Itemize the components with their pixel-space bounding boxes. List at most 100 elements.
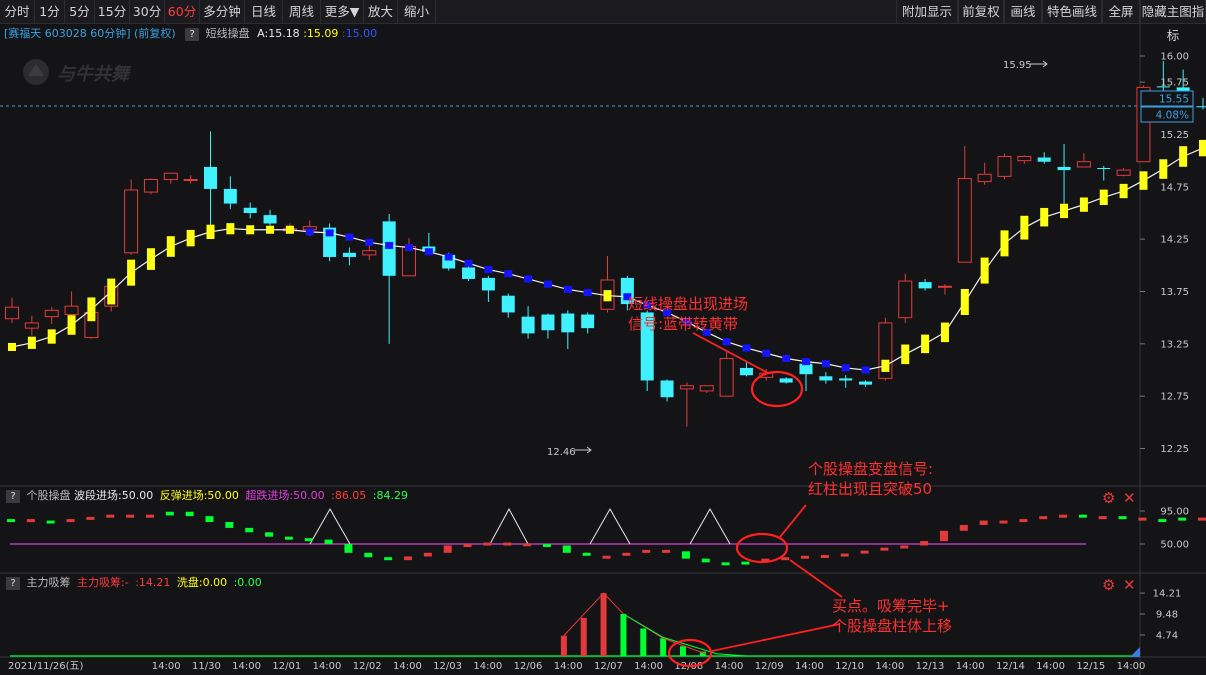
band-mark	[1060, 203, 1069, 219]
candle-down	[581, 314, 595, 329]
sub1-help-button[interactable]: ?	[6, 489, 20, 503]
toolbar-item-0[interactable]: 分时	[0, 0, 35, 24]
wave-bar	[721, 562, 730, 566]
band-mark	[603, 290, 612, 302]
toolbar-right-item-1[interactable]: 前复权	[958, 0, 1004, 24]
wave-bar	[781, 557, 790, 561]
toolbar-item-1[interactable]: 1分	[35, 0, 65, 24]
toolbar-right-item-0[interactable]: 附加显示	[896, 0, 958, 24]
toolbar-right-item-2[interactable]: 画线	[1004, 0, 1042, 24]
band-mark	[107, 278, 116, 305]
band-mark	[365, 238, 374, 246]
indicator-v3-value: :15.00	[341, 27, 378, 40]
wave-bar	[126, 514, 135, 518]
wave-bar	[701, 558, 710, 563]
indicator-a-value: A:15.18	[257, 27, 300, 40]
sub2-name[interactable]: 主力吸筹	[27, 576, 71, 589]
date-tick-label: 14:00	[715, 661, 744, 672]
toolbar-item-11[interactable]: 缩小	[398, 0, 436, 24]
toolbar-item-4[interactable]: 30分	[130, 0, 165, 24]
band-mark	[563, 285, 572, 293]
toolbar-item-10[interactable]: 放大	[364, 0, 398, 24]
candle-down	[223, 188, 237, 204]
date-tick-label: 12/09	[755, 661, 784, 672]
candle-up	[679, 385, 694, 390]
price-tick-label: 15.25	[1160, 130, 1189, 141]
band-mark	[1199, 139, 1206, 157]
date-tick-label: 11/30	[192, 661, 221, 672]
accumulation-bar	[560, 635, 567, 656]
candle-down	[521, 316, 535, 334]
band-mark	[1099, 189, 1108, 205]
date-tick-label: 14:00	[152, 661, 181, 672]
sub1-name[interactable]: 个股操盘	[27, 489, 71, 502]
band-mark	[1119, 183, 1128, 199]
current-percent-box: 4.08%	[1156, 110, 1189, 122]
toolbar-item-3[interactable]: 15分	[95, 0, 130, 24]
wave-bar	[741, 561, 750, 565]
candle-up	[362, 250, 377, 256]
toolbar-item-5[interactable]: 60分	[165, 0, 200, 24]
sub2-close-icon[interactable]: ✕	[1123, 577, 1136, 593]
wave-bar	[106, 514, 115, 518]
indicator-v2-value: :15.09	[303, 27, 339, 40]
wave-bar	[46, 520, 55, 524]
wave-bar	[920, 541, 929, 546]
candle-down	[204, 166, 217, 189]
accumulation-bar	[600, 593, 607, 656]
band-mark	[762, 349, 771, 357]
wave-bar	[1198, 517, 1206, 521]
price-tick-label: 13.75	[1160, 287, 1189, 298]
date-tick-label: 14:00	[956, 661, 985, 672]
sub2-tick-label: 14.21	[1153, 589, 1182, 600]
toolbar-item-2[interactable]: 5分	[65, 0, 95, 24]
toolbar-item-8[interactable]: 周线	[283, 0, 321, 24]
annotation-entry-signal: 短线操盘出现进场 信号:蓝带转黄带	[628, 295, 749, 333]
sub2-tick-label: 9.48	[1156, 610, 1178, 621]
indicator-name[interactable]: 短线操盘	[206, 27, 250, 40]
wave-bar	[840, 553, 849, 557]
band-mark	[1079, 197, 1088, 212]
band-mark	[960, 288, 969, 315]
candle-down	[342, 252, 356, 257]
sub1-param-4: :86.05	[331, 489, 367, 502]
sub2-help-button[interactable]: ?	[6, 576, 20, 590]
band-mark	[424, 248, 433, 256]
wave-bar	[443, 545, 452, 553]
candle-down	[859, 381, 873, 385]
toolbar-right-item-3[interactable]: 特色画线	[1042, 0, 1102, 24]
stock-title[interactable]: [赛福天 603028 60分钟] (前复权)	[4, 27, 176, 40]
toolbar-item-9[interactable]: 更多▼	[321, 0, 364, 24]
wave-bar	[900, 545, 909, 549]
date-tick-label: 14:00	[634, 661, 663, 672]
toolbar-item-7[interactable]: 日线	[245, 0, 283, 24]
wave-bar	[304, 538, 313, 542]
date-tick-label: 14:00	[232, 661, 261, 672]
candle-up	[163, 172, 178, 181]
price-tick-label: 16.00	[1160, 52, 1189, 63]
sub1-settings-gear-icon[interactable]: ⚙	[1102, 490, 1115, 506]
accumulation-bar	[640, 628, 647, 656]
help-button[interactable]: ?	[185, 27, 200, 41]
sub1-close-icon[interactable]: ✕	[1123, 490, 1136, 506]
toolbar-right-item-5[interactable]: 隐藏主图指标	[1140, 0, 1206, 43]
candle-up	[1076, 161, 1091, 168]
band-mark	[305, 228, 314, 236]
band-mark	[464, 259, 473, 267]
candle-down	[243, 207, 257, 214]
toolbar-right-item-4[interactable]: 全屏	[1102, 0, 1140, 24]
band-mark	[8, 342, 16, 351]
wave-bar	[26, 519, 35, 523]
candle-down	[918, 282, 932, 289]
candle-down	[839, 378, 853, 381]
annotation-buy-point: 买点。吸筹完毕+ 个股操盘柱体上移	[832, 597, 953, 635]
main-chart-header: [赛福天 603028 60分钟] (前复权) ? 短线操盘 A:15.18 :…	[0, 24, 1140, 43]
wave-bar	[1019, 519, 1028, 523]
sub2-settings-gear-icon[interactable]: ⚙	[1102, 577, 1115, 593]
low-price-label: 12.46	[547, 447, 576, 458]
sub1-tick-label: 50.00	[1160, 540, 1189, 551]
toolbar-item-6[interactable]: 多分钟	[200, 0, 245, 24]
wave-bar	[622, 552, 631, 556]
candle-down	[263, 215, 277, 224]
candle-down	[739, 367, 753, 376]
